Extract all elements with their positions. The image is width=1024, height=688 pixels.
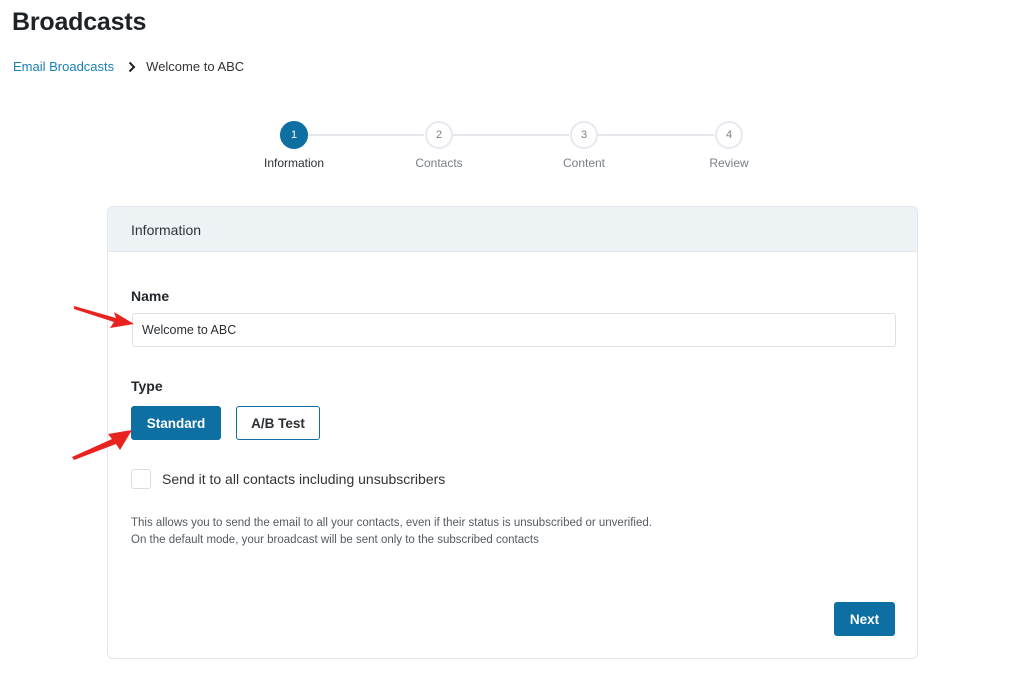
breadcrumb-current: Welcome to ABC: [146, 59, 245, 74]
information-card: Information Name Type Standard A/B Test …: [107, 206, 918, 659]
breadcrumb-email-broadcasts-link[interactable]: Email Broadcasts: [13, 59, 114, 74]
help-text: This allows you to send the email to all…: [131, 515, 652, 549]
send-all-checkbox[interactable]: [131, 469, 151, 489]
send-all-label[interactable]: Send it to all contacts including unsubs…: [162, 471, 445, 487]
page-title: Broadcasts: [12, 8, 147, 36]
step-number-badge: 1: [280, 121, 308, 149]
step-number-badge: 2: [425, 121, 453, 149]
step-content[interactable]: 3 Content: [539, 121, 629, 170]
progress-stepper: 1 Information 2 Contacts 3 Content 4 Rev…: [264, 121, 749, 176]
step-label: Information: [263, 156, 325, 170]
type-standard-button[interactable]: Standard: [131, 406, 221, 440]
type-ab-test-button[interactable]: A/B Test: [236, 406, 320, 440]
step-review[interactable]: 4 Review: [684, 121, 774, 170]
name-label: Name: [131, 288, 170, 304]
annotation-arrow-icon: [74, 306, 134, 328]
send-all-option: Send it to all contacts including unsubs…: [131, 469, 445, 489]
type-label: Type: [131, 378, 163, 394]
annotation-arrow-icon: [72, 430, 132, 460]
step-information[interactable]: 1 Information: [249, 121, 339, 170]
step-label: Contacts: [415, 156, 463, 170]
next-button[interactable]: Next: [834, 602, 895, 636]
chevron-right-icon: [128, 61, 136, 73]
step-label: Content: [562, 156, 606, 170]
help-text-line: On the default mode, your broadcast will…: [131, 534, 539, 546]
step-contacts[interactable]: 2 Contacts: [394, 121, 484, 170]
step-number-badge: 4: [715, 121, 743, 149]
card-header-title: Information: [108, 207, 917, 252]
help-text-line: This allows you to send the email to all…: [131, 517, 652, 529]
step-label: Review: [709, 156, 749, 170]
breadcrumb: Email Broadcasts Welcome to ABC: [13, 59, 244, 74]
name-input[interactable]: [132, 313, 896, 347]
step-number-badge: 3: [570, 121, 598, 149]
